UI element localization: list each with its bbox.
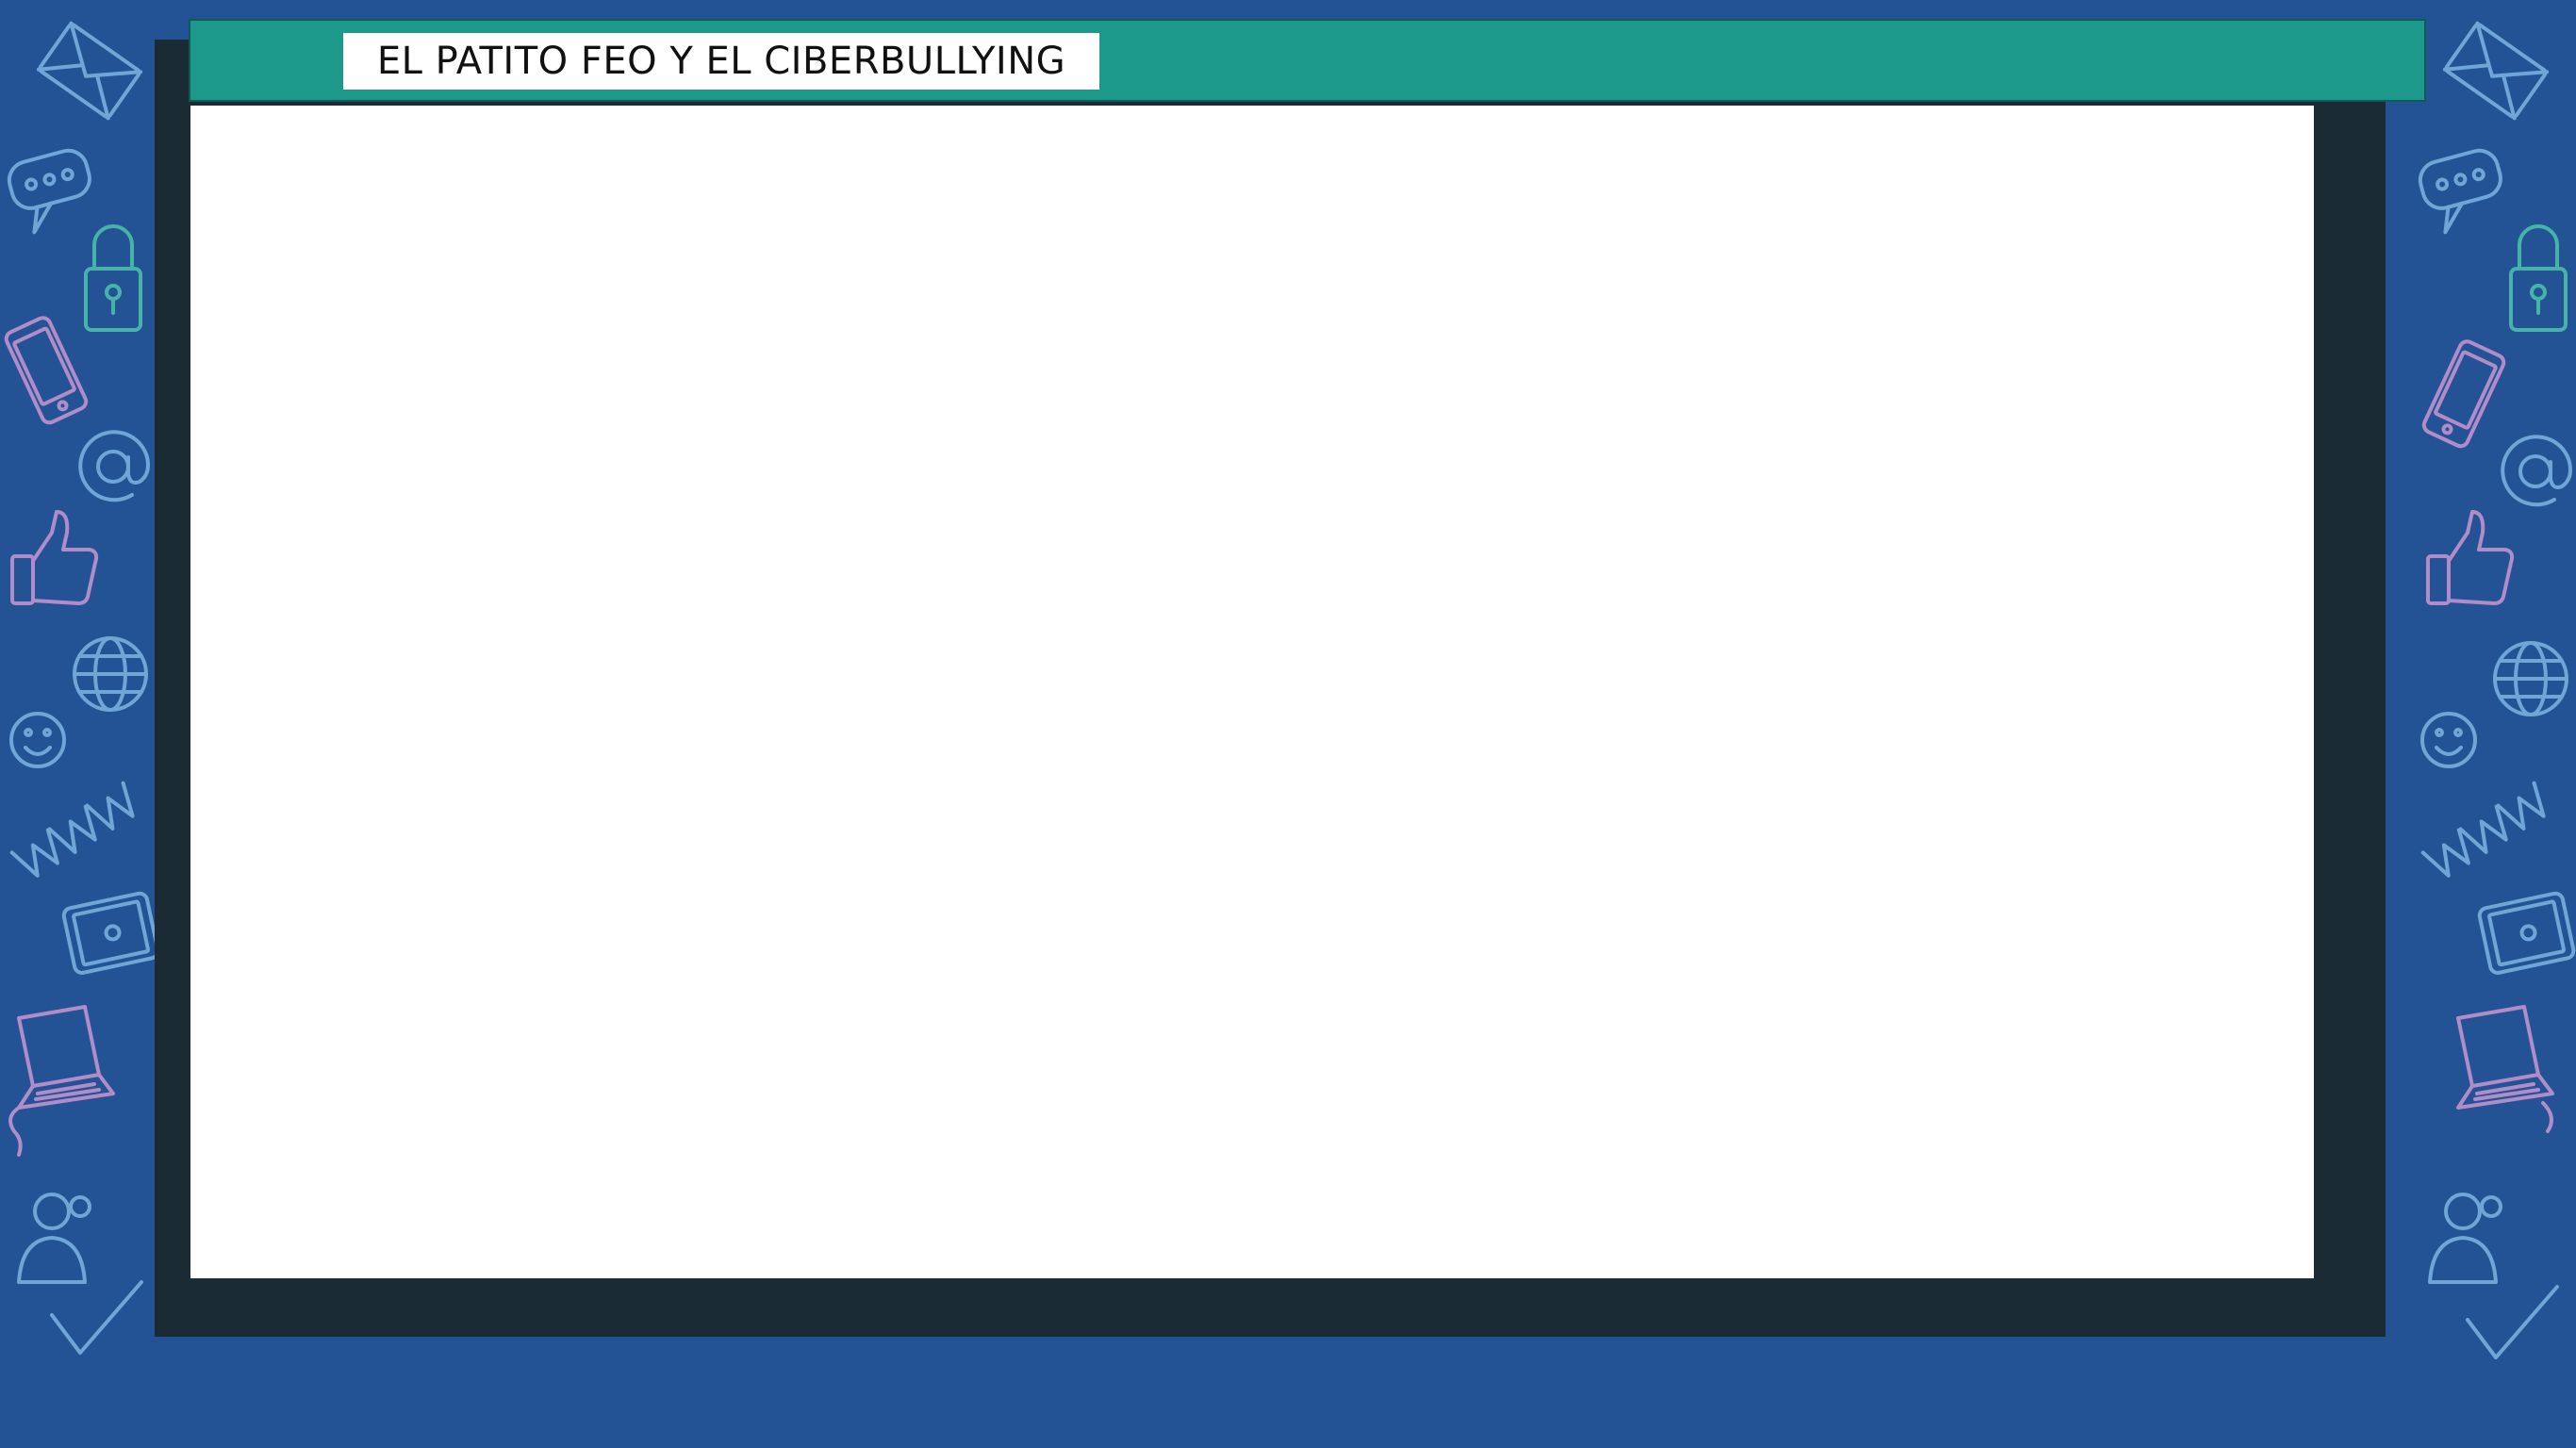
checkmark-icon [2466,1285,2559,1359]
right-decoration-column [2416,0,2576,1448]
smiley-icon [9,712,66,768]
thumbs-up-icon [10,510,99,605]
envelope-icon [2442,21,2550,121]
smiley-icon [2420,712,2477,768]
thumbs-up-icon [2426,510,2515,605]
user-icon [2428,1193,2502,1284]
www-icon [2420,781,2546,878]
globe-icon [73,636,148,712]
left-decoration-column [0,0,160,1448]
envelope-icon [36,21,143,121]
laptop-icon [8,1005,115,1157]
checkmark-icon [50,1280,143,1355]
at-sign-icon [78,430,150,502]
speech-bubble-icon [2418,148,2502,235]
laptop-icon [2456,1005,2554,1133]
tablet-icon [61,891,160,975]
padlock-icon [2509,224,2568,332]
title-box: EL PATITO FEO Y EL CIBERBULLYING [343,33,1099,90]
globe-icon [2493,641,2568,716]
www-icon [9,781,135,878]
content-area [190,106,2314,1278]
smartphone-icon [4,316,89,425]
tablet-icon [2477,891,2576,975]
slide-title: EL PATITO FEO Y EL CIBERBULLYING [376,40,1066,83]
